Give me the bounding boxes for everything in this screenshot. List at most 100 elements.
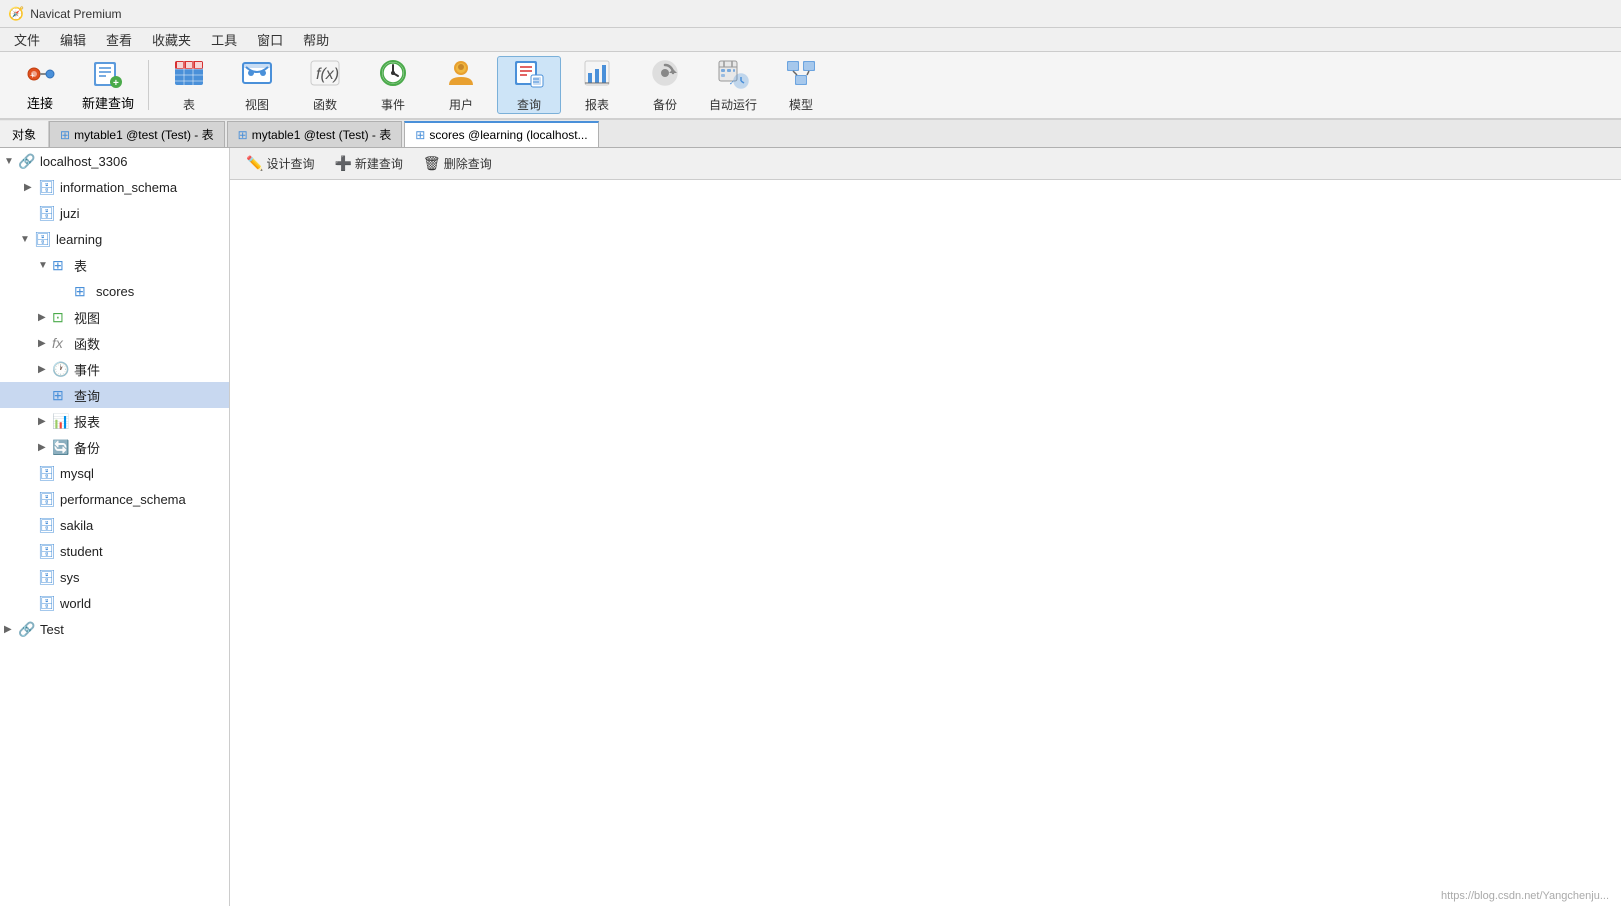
table-icon [173, 57, 205, 94]
menu-file[interactable]: 文件 [4, 28, 50, 51]
function-button[interactable]: f(x) 函数 [293, 56, 357, 114]
function-label: 函数 [313, 96, 337, 113]
arrow-backups: ▶ [38, 442, 52, 453]
arrow-student [24, 546, 38, 557]
sidebar-item-test-server[interactable]: ▶ 🔗 Test [0, 616, 229, 642]
schedule-button[interactable]: ✓ 自动运行 [701, 56, 765, 114]
db-icon-student: 🗄 [38, 543, 56, 560]
db-icon-sakila: 🗄 [38, 517, 56, 534]
menu-edit[interactable]: 编辑 [50, 28, 96, 51]
queries-icon: ⊞ [52, 387, 70, 404]
db-icon-world: 🗄 [38, 595, 56, 612]
sidebar-item-juzi[interactable]: 🗄 juzi [0, 200, 229, 226]
sidebar-item-student[interactable]: 🗄 student [0, 538, 229, 564]
arrow-sakila [24, 520, 38, 531]
view-button[interactable]: 视图 [225, 56, 289, 114]
sidebar-item-information-schema[interactable]: ▶ 🗄 information_schema [0, 174, 229, 200]
student-label: student [60, 544, 103, 559]
sys-label: sys [60, 570, 80, 585]
menu-window[interactable]: 窗口 [247, 28, 293, 51]
arrow-functions: ▶ [38, 338, 52, 349]
event-icon [377, 57, 409, 94]
tab-icon-2: ⊞ [238, 128, 248, 142]
tab-scores-learning[interactable]: ⊞ scores @learning (localhost... [404, 121, 598, 147]
arrow-queries [38, 390, 52, 401]
sakila-label: sakila [60, 518, 93, 533]
backup-icon [649, 57, 681, 94]
menu-help[interactable]: 帮助 [293, 28, 339, 51]
views-icon: ⊡ [52, 309, 70, 326]
db-icon-mysql: 🗄 [38, 465, 56, 482]
arrow-world [24, 598, 38, 609]
menu-favorites[interactable]: 收藏夹 [142, 28, 201, 51]
sidebar-item-queries[interactable]: ⊞ 查询 [0, 382, 229, 408]
sidebar-item-reports[interactable]: ▶ 📊 报表 [0, 408, 229, 434]
sidebar-item-tables[interactable]: ▼ ⊞ 表 [0, 252, 229, 278]
tab-label-3: scores @learning (localhost... [429, 128, 587, 142]
delete-query-button[interactable]: 🗑 删除查询 [415, 152, 500, 175]
report-label: 报表 [585, 96, 609, 113]
menu-tools[interactable]: 工具 [201, 28, 247, 51]
sidebar-item-sys[interactable]: 🗄 sys [0, 564, 229, 590]
arrow-tables: ▼ [38, 260, 52, 271]
sidebar-item-events[interactable]: ▶ 🕐 事件 [0, 356, 229, 382]
arrow-info: ▶ [24, 182, 38, 193]
sidebar: ▼ 🔗 localhost_3306 ▶ 🗄 information_schem… [0, 148, 230, 906]
menu-view[interactable]: 查看 [96, 28, 142, 51]
design-query-button[interactable]: ✏️ 设计查询 [238, 152, 322, 175]
event-button[interactable]: 事件 [361, 56, 425, 114]
title-bar: 🧭 Navicat Premium [0, 0, 1621, 28]
delete-query-label: 删除查询 [444, 155, 492, 172]
tab-icon-3: ⊞ [415, 128, 425, 142]
new-query-icon: + [92, 58, 124, 93]
query-button[interactable]: 查询 [497, 56, 561, 114]
server-icon-test: 🔗 [18, 621, 36, 638]
user-button[interactable]: 用户 [429, 56, 493, 114]
new-query-button[interactable]: + 新建查询 [76, 56, 140, 114]
sidebar-item-functions[interactable]: ▶ fx 函数 [0, 330, 229, 356]
tab-mytable1-test-2[interactable]: ⊞ mytable1 @test (Test) - 表 [227, 121, 403, 147]
design-query-label: 设计查询 [266, 155, 314, 172]
new-query-label: 新建查询 [82, 93, 134, 112]
sidebar-item-backups[interactable]: ▶ 🔄 备份 [0, 434, 229, 460]
svg-text:f(x): f(x) [316, 66, 339, 83]
report-button[interactable]: 报表 [565, 56, 629, 114]
arrow-juzi [24, 208, 38, 219]
svg-text:+: + [30, 71, 35, 80]
content-new-query-button[interactable]: ➕ 新建查询 [326, 152, 410, 175]
test-label: Test [40, 622, 64, 637]
svg-text:+: + [113, 78, 119, 89]
schedule-icon: ✓ [717, 57, 749, 94]
reports-label: 报表 [74, 412, 100, 431]
sidebar-item-localhost[interactable]: ▼ 🔗 localhost_3306 [0, 148, 229, 174]
sidebar-item-views[interactable]: ▶ ⊡ 视图 [0, 304, 229, 330]
sidebar-item-perf-schema[interactable]: 🗄 performance_schema [0, 486, 229, 512]
scores-table-icon: ⊞ [74, 283, 92, 300]
query-icon [513, 57, 545, 94]
functions-label: 函数 [74, 334, 100, 353]
perf-label: performance_schema [60, 492, 186, 507]
backup-button[interactable]: 备份 [633, 56, 697, 114]
events-icon: 🕐 [52, 361, 70, 378]
sidebar-item-learning[interactable]: ▼ 🗄 learning [0, 226, 229, 252]
tab-mytable1-test-1[interactable]: ⊞ mytable1 @test (Test) - 表 [49, 121, 225, 147]
query-label: 查询 [517, 96, 541, 113]
sidebar-item-scores[interactable]: ⊞ scores [0, 278, 229, 304]
connect-button[interactable]: + 连接 [8, 56, 72, 114]
model-button[interactable]: 模型 [769, 56, 833, 114]
table-button[interactable]: 表 [157, 56, 221, 114]
content-new-query-icon: ➕ [334, 155, 351, 172]
arrow-views: ▶ [38, 312, 52, 323]
app-title: Navicat Premium [30, 7, 121, 21]
tab-icon-1: ⊞ [60, 128, 70, 142]
toolbar-separator-1 [148, 60, 149, 110]
localhost-label: localhost_3306 [40, 154, 127, 169]
sidebar-item-sakila[interactable]: 🗄 sakila [0, 512, 229, 538]
events-label: 事件 [74, 360, 100, 379]
object-tab[interactable]: 对象 [0, 121, 49, 147]
arrow-reports: ▶ [38, 416, 52, 427]
sidebar-item-mysql[interactable]: 🗄 mysql [0, 460, 229, 486]
watermark: https://blog.csdn.net/Yangchenju... [1441, 890, 1609, 902]
tables-label: 表 [74, 256, 87, 275]
sidebar-item-world[interactable]: 🗄 world [0, 590, 229, 616]
